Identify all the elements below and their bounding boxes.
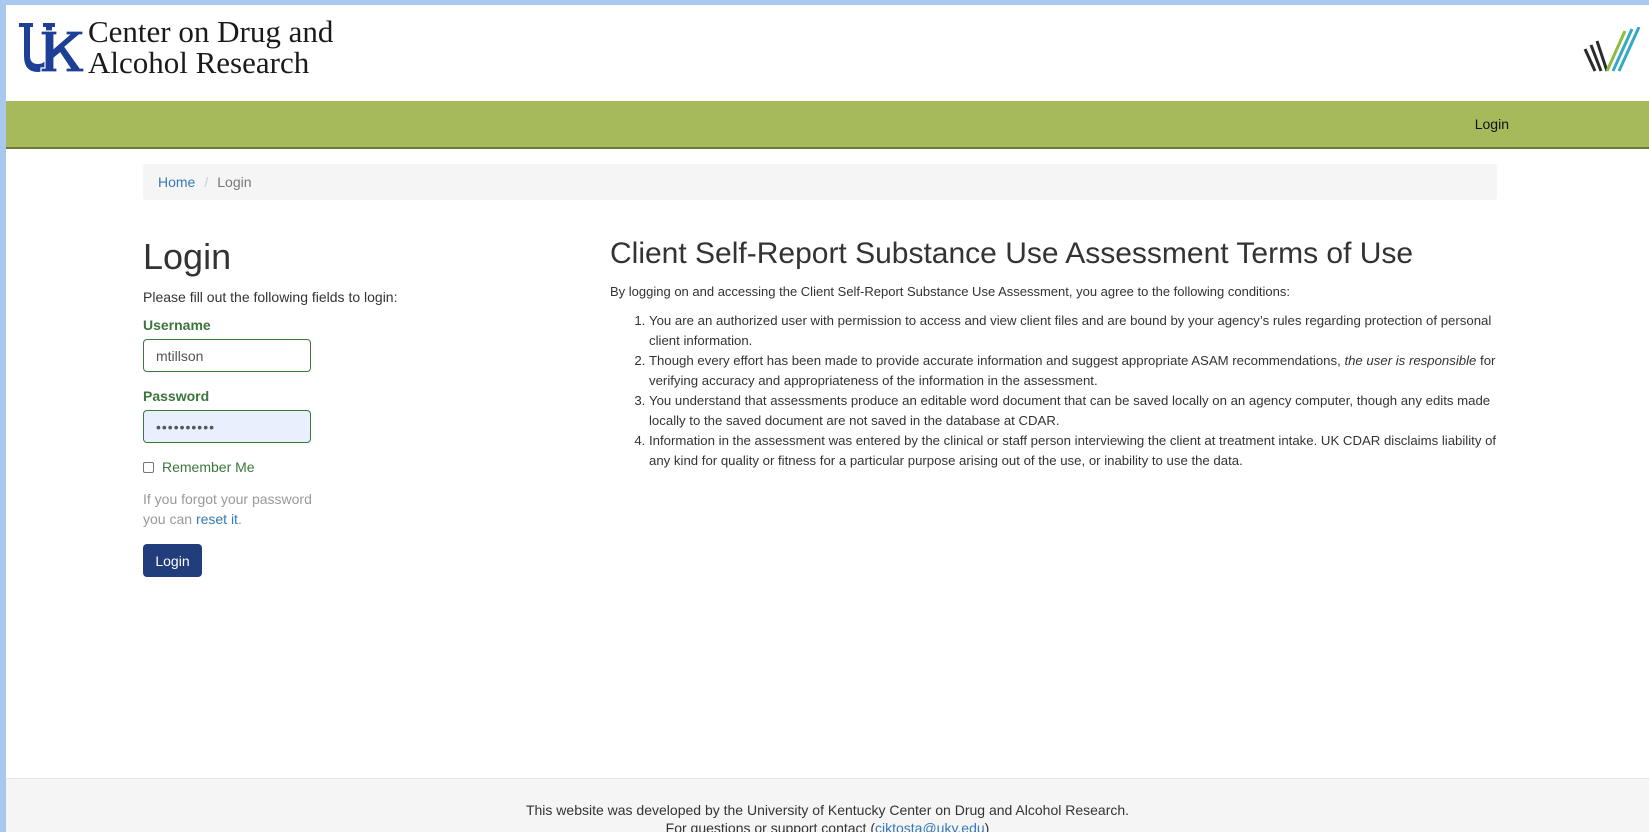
login-intro: Please fill out the following fields to … xyxy=(143,289,398,305)
terms-item-2-emphasis: the user is responsible xyxy=(1344,353,1477,368)
username-input[interactable]: mtillson xyxy=(143,339,311,372)
terms-item-1: You are an authorized user with permissi… xyxy=(649,311,1500,351)
breadcrumb-current: Login xyxy=(217,174,252,190)
nav-login-link[interactable]: Login xyxy=(1475,116,1509,132)
footer: This website was developed by the Univer… xyxy=(6,778,1649,832)
terms-title: Client Self-Report Substance Use Assessm… xyxy=(610,237,1414,270)
password-label: Password xyxy=(143,388,210,404)
username-value: mtillson xyxy=(156,347,204,364)
footer-email-link[interactable]: ciktosta@uky.edu xyxy=(875,820,985,832)
stripe-logo-icon xyxy=(1583,27,1641,72)
footer-contact-suffix: ) xyxy=(984,820,990,832)
forgot-password-text: If you forgot your password you can rese… xyxy=(143,489,443,529)
username-label: Username xyxy=(143,317,211,333)
forgot-suffix: . xyxy=(237,511,242,527)
navbar: Login xyxy=(6,101,1649,149)
terms-list: You are an authorized user with permissi… xyxy=(610,311,1500,471)
forgot-line-1: If you forgot your password xyxy=(143,491,312,507)
terms-item-2-before: Though every effort has been made to pro… xyxy=(649,353,1345,368)
forgot-line-2: you can reset it. xyxy=(143,509,443,529)
footer-line-2: For questions or support contact (ciktos… xyxy=(6,819,1649,832)
brand-line-1: Center on Drug and xyxy=(88,14,334,49)
remember-me: Remember Me xyxy=(143,459,443,475)
terms-intro: By logging on and accessing the Client S… xyxy=(610,284,1291,299)
terms-item-3: You understand that assessments produce … xyxy=(649,391,1500,431)
password-value: •••••••••• xyxy=(156,418,216,435)
login-title: Login xyxy=(143,236,232,277)
breadcrumb-separator: / xyxy=(204,174,209,190)
brand-line-2: Alcohol Research xyxy=(88,45,310,80)
footer-line-1: This website was developed by the Univer… xyxy=(525,802,1130,818)
terms-of-use: Client Self-Report Substance Use Assessm… xyxy=(610,235,1500,471)
footer-contact-prefix: For questions or support contact ( xyxy=(665,820,875,832)
login-form: Login Please fill out the following fiel… xyxy=(143,235,443,577)
password-input[interactable]: •••••••••• xyxy=(143,410,311,443)
terms-item-4: Information in the assessment was entere… xyxy=(649,431,1500,471)
remember-me-label[interactable]: Remember Me xyxy=(162,459,255,475)
breadcrumb-home-link[interactable]: Home xyxy=(158,174,195,190)
login-button[interactable]: Login xyxy=(143,544,202,577)
breadcrumb: Home / Login xyxy=(143,164,1497,200)
remember-me-checkbox[interactable] xyxy=(143,461,154,473)
uk-logo-icon[interactable] xyxy=(17,20,85,76)
brand-title: Center on Drug and Alcohol Research xyxy=(88,16,333,78)
brand-header: Center on Drug and Alcohol Research xyxy=(6,5,1649,101)
page: Center on Drug and Alcohol Research Logi… xyxy=(6,5,1649,832)
forgot-prefix: you can xyxy=(143,511,196,527)
reset-password-link[interactable]: reset it xyxy=(196,511,238,527)
terms-item-2: Though every effort has been made to pro… xyxy=(649,351,1500,391)
